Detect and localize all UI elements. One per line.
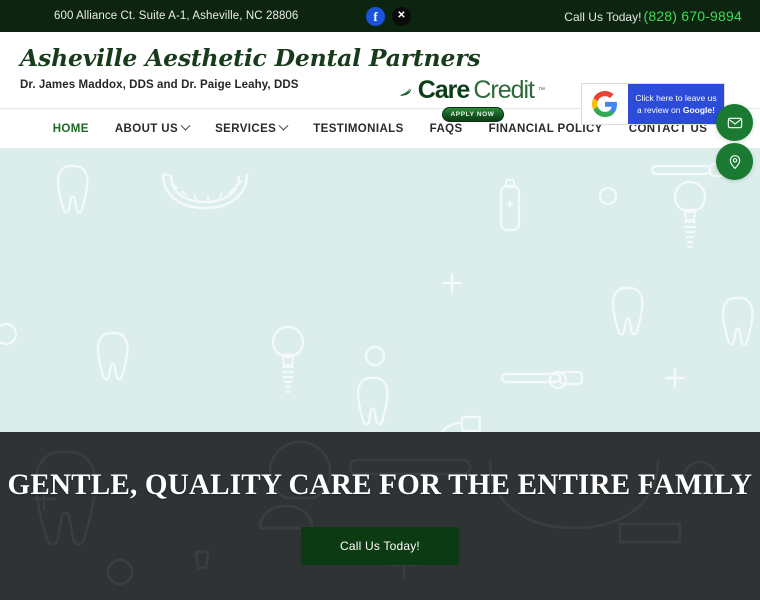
google-g-icon <box>582 84 628 124</box>
carecredit-leaf-icon <box>400 87 412 96</box>
nav-item-services[interactable]: SERVICES <box>215 120 289 135</box>
facebook-icon[interactable]: f <box>366 6 385 26</box>
google-review-badge[interactable]: Click here to leave us a review on Googl… <box>581 83 725 125</box>
nav-item-label: SERVICES <box>215 122 277 135</box>
social-links: f ✕ <box>366 6 411 26</box>
email-button[interactable] <box>716 104 753 141</box>
logo-title: Asheville Aesthetic Dental Partners <box>20 44 481 72</box>
envelope-icon <box>727 117 742 128</box>
address-text: 600 Alliance Ct. Suite A-1, Asheville, N… <box>54 10 299 22</box>
top-bar: 600 Alliance Ct. Suite A-1, Asheville, N… <box>0 0 760 32</box>
nav-item-testimonials[interactable]: TESTIMONIALS <box>313 123 403 135</box>
google-badge-line1: Click here to leave us <box>635 92 717 103</box>
phone-number[interactable]: (828) 670-9894 <box>643 8 742 24</box>
apply-now-button[interactable]: APPLY NOW <box>441 107 504 122</box>
nav-item-about-us[interactable]: ABOUT US <box>114 120 191 135</box>
nav-item-label: HOME <box>52 122 89 135</box>
chevron-down-icon <box>278 120 289 131</box>
carecredit-wordmark: Care Credit ™ <box>400 78 545 103</box>
call-us-label: Call Us Today! <box>564 10 642 24</box>
nav-item-faqs[interactable]: FAQS <box>430 123 463 135</box>
chevron-down-icon <box>180 120 191 131</box>
x-twitter-icon[interactable]: ✕ <box>392 6 411 26</box>
promo-band: GENTLE, QUALITY CARE FOR THE ENTIRE FAMI… <box>0 432 760 600</box>
site-header: Asheville Aesthetic Dental Partners Dr. … <box>0 32 760 125</box>
phone-block: Call Us Today! (828) 670-9894 <box>564 8 742 24</box>
map-pin-icon <box>729 154 740 169</box>
location-button[interactable] <box>716 143 753 180</box>
floating-action-buttons <box>716 104 753 180</box>
carecredit-credit-text: Credit <box>473 76 535 104</box>
nav-item-label: FAQS <box>429 122 463 135</box>
carecredit-logo[interactable]: Care Credit ™ APPLY NOW <box>400 78 545 122</box>
carecredit-care-text: Care <box>417 76 471 104</box>
nav-item-home[interactable]: HOME <box>53 123 89 135</box>
hero-banner <box>0 148 760 432</box>
call-us-today-button[interactable]: Call Us Today! <box>301 526 459 565</box>
google-badge-text: Click here to leave us a review on Googl… <box>628 84 724 124</box>
google-badge-line2: a review on Google! <box>637 105 715 115</box>
promo-content: GENTLE, QUALITY CARE FOR THE ENTIRE FAMI… <box>0 432 760 600</box>
promo-headline: GENTLE, QUALITY CARE FOR THE ENTIRE FAMI… <box>7 467 753 501</box>
dental-pattern-icon <box>0 162 754 432</box>
carecredit-trademark: ™ <box>538 87 545 94</box>
nav-item-label: ABOUT US <box>114 122 179 135</box>
nav-item-label: TESTIMONIALS <box>313 122 404 135</box>
